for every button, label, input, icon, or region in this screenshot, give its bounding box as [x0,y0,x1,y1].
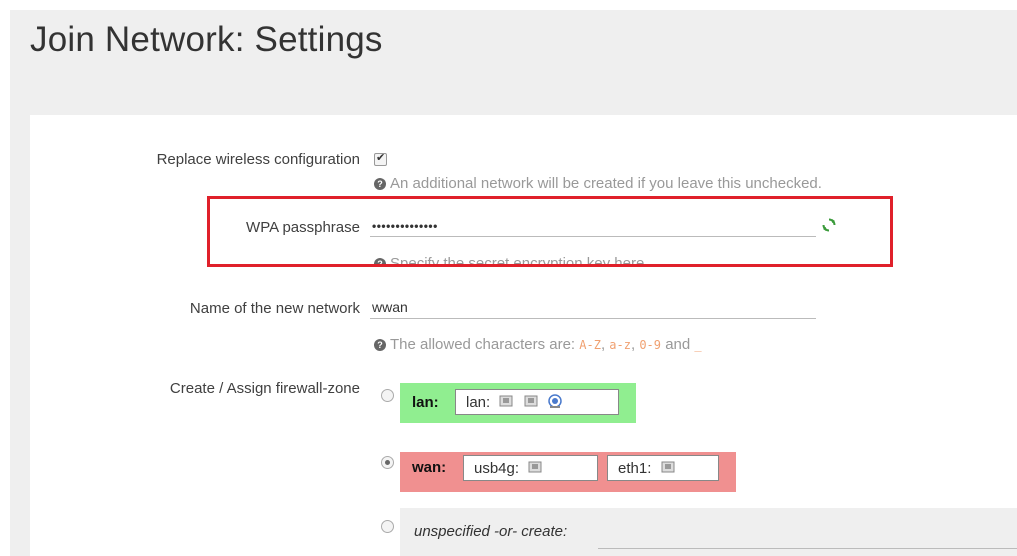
replace-wireless-checkbox[interactable] [374,151,387,166]
network-name-hint: ? The allowed characters are: A-Z, a-z, 0… [374,336,702,353]
wan-zone[interactable]: wan: usb4g: eth1: [400,452,736,492]
range-digits: 0-9 [639,338,662,352]
page-title: Join Network: Settings [30,20,383,59]
usb4g-interface-label: usb4g: [474,460,520,477]
network-name-label: Name of the new network [189,300,360,317]
range-uppercase: A-Z [579,338,601,352]
lan-zone-name: lan: [412,394,439,411]
network-name-input[interactable]: wwan [370,296,816,319]
ethernet-port-icon [524,395,538,407]
replace-wireless-hint-text: An additional network will be created if… [390,175,822,192]
ethernet-port-icon [499,395,513,407]
wan-interface-eth1: eth1: [607,455,719,481]
help-icon: ? [374,178,386,190]
hint-and: and [665,336,691,353]
lan-interface-label: lan: [466,394,491,411]
radio-wan-zone[interactable] [381,456,394,469]
separator: , [600,336,606,353]
lan-interface-box: lan: [455,389,619,415]
help-icon: ? [374,339,386,351]
highlight-annotation [207,196,893,267]
range-lowercase: a-z [609,338,631,352]
underscore-char: _ [694,338,702,352]
ethernet-port-icon [528,461,542,473]
hint-prefix: The allowed characters are: [390,336,576,353]
firewall-zone-label: Create / Assign firewall-zone [169,380,360,397]
replace-wireless-label: Replace wireless configuration [156,151,360,168]
wireless-icon [547,394,562,408]
wan-zone-name: wan: [412,459,447,476]
unspecified-zone-label: unspecified -or- create: [414,523,568,540]
lan-zone[interactable]: lan: lan: [400,383,636,423]
replace-wireless-hint: ? An additional network will be created i… [374,175,822,192]
new-zone-input[interactable] [598,522,1017,549]
eth1-interface-label: eth1: [618,460,652,477]
ethernet-port-icon [661,461,675,473]
radio-unspecified-zone[interactable] [381,520,394,533]
network-name-value: wwan [372,299,408,315]
wan-interface-usb4g: usb4g: [463,455,598,481]
radio-lan-zone[interactable] [381,389,394,402]
separator: , [630,336,636,353]
